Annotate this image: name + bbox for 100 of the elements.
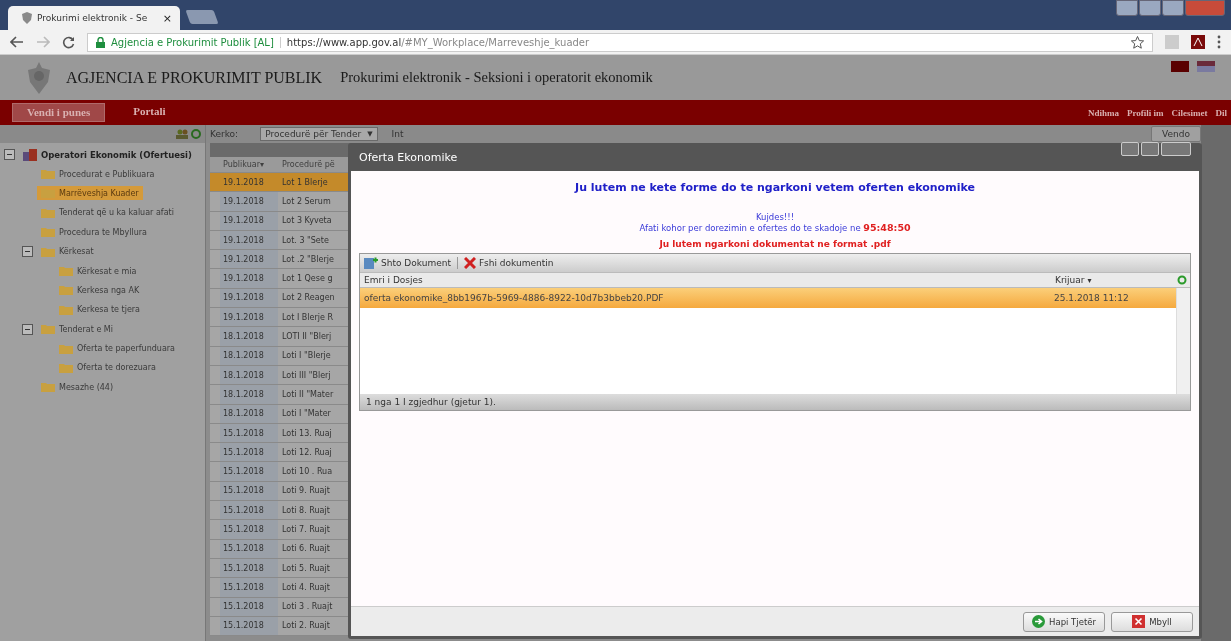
date-cell: 18.1.2018: [220, 385, 278, 404]
column-header[interactable]: Procedurë pë: [278, 160, 335, 169]
nav-link[interactable]: Cilesimet: [1171, 107, 1208, 118]
procedure-cell-text: Lot 1 Blerje: [281, 177, 328, 187]
date-cell: 15.1.2018: [220, 462, 278, 481]
procedure-cell-text: Loti III "Blerj: [281, 370, 331, 380]
nav-link[interactable]: Profili im: [1126, 107, 1164, 118]
date-cell: 15.1.2018: [220, 443, 278, 462]
url-text: https://www.app.gov.al/#MY_Workplace/Marreveshje_kuader: [286, 36, 590, 48]
procedure-cell-text: Lot. 3 "Sete: [281, 235, 329, 245]
status-text: 1 nga 1 I zgjedhur (gjetur 1).: [360, 394, 1190, 410]
nav-tab[interactable]: Vendi i punes: [12, 103, 106, 122]
procedure-cell-text: Lot .2 "Blerje: [281, 254, 334, 264]
close-x-icon: [1132, 615, 1146, 628]
folder-icon: [59, 285, 73, 296]
tree-item[interactable]: Marrëveshja Kuader: [37, 186, 143, 201]
deadline-text: Afati kohor per dorezimin e ofertes do te skadoje ne 95:48:50: [639, 222, 911, 233]
date-cell: 15.1.2018: [220, 501, 278, 520]
column-header[interactable]: Emri i Dosjes: [360, 275, 1053, 285]
folder-icon: [41, 227, 55, 238]
tree-item[interactable]: Procedurat e Publikuara: [37, 167, 159, 182]
delete-x-icon: [463, 257, 476, 269]
building-icon: [23, 148, 37, 161]
date-cell: 19.1.2018: [220, 192, 278, 211]
date-cell: 15.1.2018: [220, 520, 278, 539]
maximize-button[interactable]: [1162, 0, 1184, 16]
column-header[interactable]: Krijuar ▾: [1053, 275, 1177, 285]
folder-icon: [41, 169, 55, 180]
tree-item[interactable]: Kërkesat: [37, 244, 98, 259]
procedure-cell-text: Loti 13. Ruaj: [281, 428, 332, 438]
folder-icon: [59, 343, 73, 354]
folder-icon: [41, 188, 55, 199]
forward-arrow-icon[interactable]: [36, 36, 50, 48]
tree-item[interactable]: Oferta te dorezuara: [55, 361, 160, 375]
procedure-cell-text: Loti 3 . Ruajt: [281, 602, 333, 612]
procedure-cell-text: Lot I Blerje R: [281, 312, 333, 322]
more-menu-icon[interactable]: [1217, 35, 1221, 49]
close-tab-button[interactable]: ×: [162, 11, 172, 25]
add-document-button[interactable]: Shto Dokument: [364, 257, 451, 269]
warning-label: Kujdes!!!: [755, 212, 795, 222]
collapse-toggle[interactable]: [22, 246, 33, 258]
pdf-notice: Ju lutem ngarkoni dokumentat ne format .pdf: [659, 239, 891, 249]
tree-item[interactable]: Operatori Ekonomik (Ofertuesi): [19, 146, 196, 163]
date-cell: 19.1.2018: [220, 308, 278, 327]
back-arrow-icon[interactable]: [10, 36, 24, 48]
document-add-icon: [364, 257, 378, 269]
folder-icon: [41, 324, 55, 335]
search-field-text: Int: [391, 129, 404, 139]
tree-item[interactable]: Tenderat e Mi: [37, 322, 117, 337]
tree-item[interactable]: Kerkesa te tjera: [55, 302, 144, 317]
restore-window-button[interactable]: [1116, 0, 1138, 16]
nav-link[interactable]: Dil: [1215, 107, 1227, 118]
people-icon[interactable]: [176, 129, 188, 139]
close-button[interactable]: [1161, 142, 1191, 156]
browser-tab[interactable]: Prokurimi elektronik - Se ×: [8, 6, 180, 30]
folder-icon: [59, 266, 73, 277]
procedure-cell-text: Loti 7. Ruajt: [281, 525, 330, 534]
delete-document-button[interactable]: Fshi dokumentin: [463, 257, 554, 269]
folder-icon: [41, 207, 55, 218]
agency-name: AGJENCIA E PROKURIMIT PUBLIK: [66, 68, 323, 87]
tree-item[interactable]: Tenderat që u ka kaluar afati: [37, 205, 178, 220]
procedure-cell-text: Lot 2 Serum: [281, 196, 331, 206]
column-header[interactable]: Publikuar▾: [220, 157, 278, 172]
star-icon[interactable]: [1131, 35, 1144, 49]
instruction-heading: Ju lutem ne kete forme do te ngarkoni vetem oferten ekonomike: [575, 181, 975, 194]
procedure-cell-text: LOTI II "Blerj: [281, 332, 332, 341]
next-button[interactable]: Hapi Tjetër: [1023, 611, 1105, 632]
collapse-toggle[interactable]: [4, 149, 15, 161]
tree-item[interactable]: Kërkesat e mia: [55, 264, 141, 279]
pin-button[interactable]: [1121, 142, 1139, 156]
procedure-cell-text: Loti 12. Ruaj: [281, 447, 332, 457]
procedure-cell-text: Loti 9. Ruajt: [281, 486, 330, 496]
tree-item[interactable]: Oferta te paperfunduara: [55, 341, 179, 356]
procedure-cell-text: Loti 5. Ruajt: [281, 563, 330, 573]
procedure-cell-text: Loti 2. Ruajt: [281, 621, 330, 631]
address-field[interactable]: Agjencia e Prokurimit Publik [AL] https://www.app.gov.al/#MY_Workplace/Marreveshje_kuader: [87, 32, 1153, 52]
file-row[interactable]: oferta ekonomike_8bb1967b-5969-4886-8922-10d7b3bbeb20.PDF 25.1.2018 11:12: [360, 288, 1176, 308]
us-flag-icon[interactable]: [1197, 61, 1215, 72]
nav-link[interactable]: Ndihma: [1087, 107, 1119, 118]
tree-item[interactable]: Kerkesa nga AK: [55, 283, 144, 298]
lock-icon: [96, 36, 105, 48]
tree-item[interactable]: Mesazhe (44): [37, 380, 118, 395]
date-cell: 19.1.2018: [220, 269, 278, 288]
date-cell: 19.1.2018: [220, 250, 278, 269]
collapse-toggle[interactable]: [22, 323, 33, 335]
procedure-cell-text: Loti II "Mater: [281, 389, 334, 399]
close-button[interactable]: Mbyll: [1111, 611, 1193, 632]
portal-subtitle: Prokurimi elektronik - Seksioni i operatorit ekonomik: [340, 69, 653, 86]
shield-icon: [22, 12, 32, 24]
place-button[interactable]: Vendo: [1151, 126, 1201, 142]
arrow-circle-icon: [1032, 615, 1046, 628]
search-label: Kerko:: [210, 129, 239, 139]
minimize-button[interactable]: [1139, 0, 1161, 16]
nav-tab[interactable]: Portali: [119, 103, 180, 122]
procedure-cell-text: Loti 4. Ruajt: [281, 582, 330, 592]
new-tab-button[interactable]: [185, 10, 219, 24]
tree-item[interactable]: Procedura te Mbyllura: [37, 225, 151, 240]
procedure-cell-text: Loti I "Blerje: [281, 351, 331, 361]
reload-icon[interactable]: [62, 35, 75, 49]
procedure-cell-text: Loti 6. Ruajt: [281, 544, 330, 554]
